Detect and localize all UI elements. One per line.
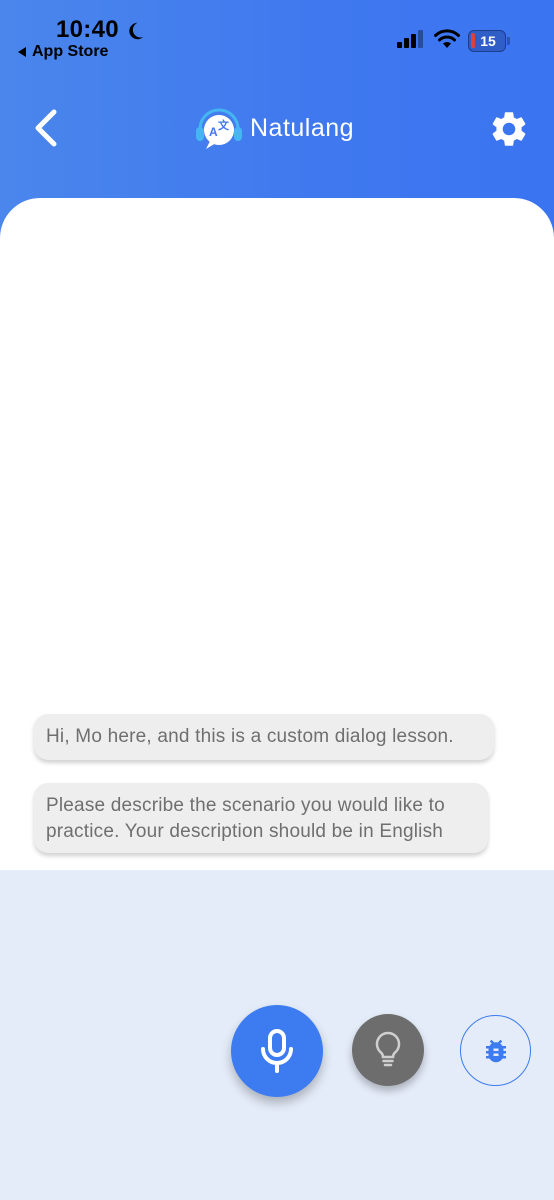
bug-icon — [485, 1039, 506, 1062]
lightbulb-icon — [375, 1031, 401, 1067]
gear-icon[interactable] — [488, 108, 530, 150]
logo-letter-a: A — [209, 125, 218, 139]
microphone-icon — [261, 1029, 293, 1073]
back-triangle-icon — [18, 47, 26, 57]
app-title: Natulang — [250, 113, 355, 142]
chat-message: Please describe the scenario you would l… — [34, 783, 488, 853]
cellular-signal-icon — [397, 30, 423, 48]
hint-button[interactable] — [352, 1014, 424, 1086]
back-to-app-label: App Store — [32, 43, 109, 60]
chat-message: Hi, Mo here, and this is a custom dialog… — [34, 714, 494, 760]
status-time: 10:40 — [56, 16, 119, 43]
battery-level: 15 — [480, 33, 496, 49]
brand: A 文 Natulang — [194, 104, 354, 152]
logo-letter-zh: 文 — [218, 118, 230, 132]
chat-panel — [0, 198, 554, 870]
battery-tip — [507, 37, 510, 45]
back-button[interactable] — [28, 106, 68, 150]
natulang-logo-icon: A 文 — [196, 108, 242, 149]
moon-icon — [129, 22, 144, 40]
back-to-app-store[interactable]: App Store — [18, 43, 108, 61]
report-bug-button[interactable] — [460, 1015, 531, 1086]
status-bar: 10:40 App Store 15 — [0, 0, 554, 70]
battery-indicator: 15 — [468, 30, 506, 52]
wifi-icon — [434, 29, 460, 48]
microphone-button[interactable] — [231, 1005, 323, 1097]
